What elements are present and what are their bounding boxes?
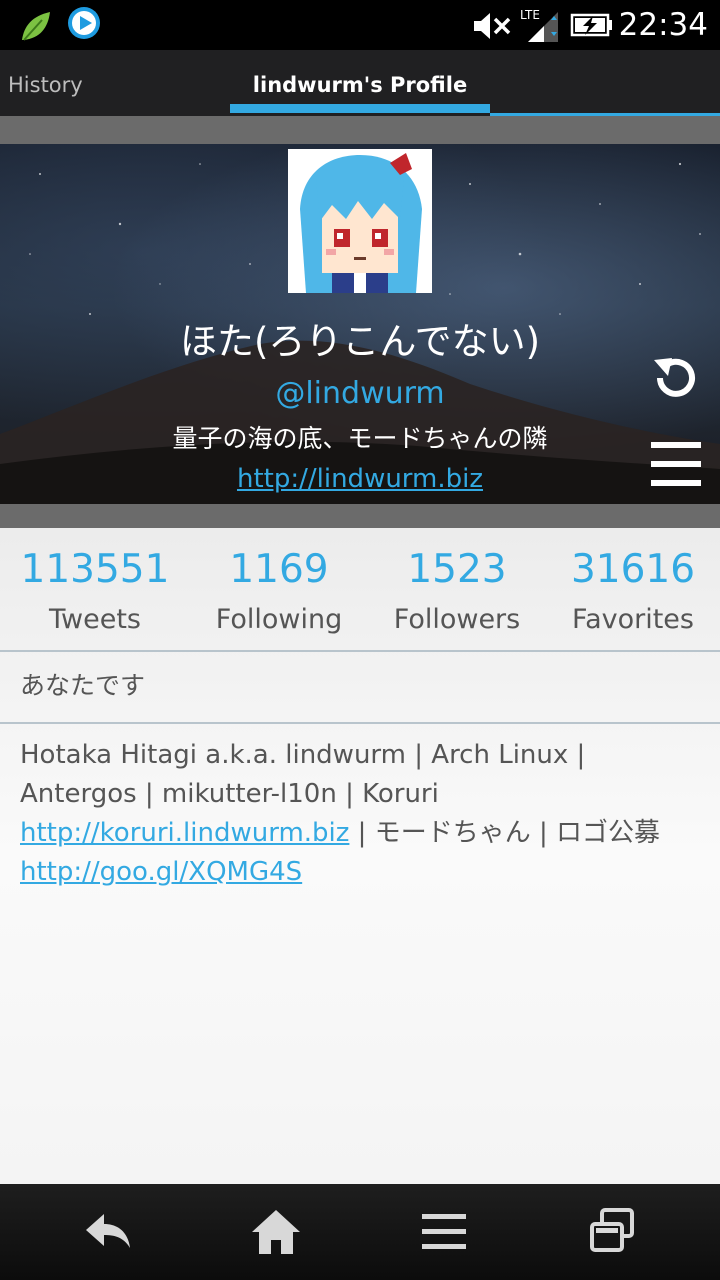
- profile-content: 113551 Tweets 1169 Following 1523 Follow…: [0, 528, 720, 1184]
- profile-header: ほた(ろりこんでない) @lindwurm 量子の海の底、モードちゃんの隣 ht…: [0, 144, 720, 504]
- stat-label: Favorites: [572, 604, 694, 635]
- relation-status: あなたです: [20, 671, 146, 700]
- bio-text: | モードちゃん | ロゴ公募: [349, 818, 660, 848]
- battery-charging-icon: [570, 13, 612, 37]
- bio-link-koruri[interactable]: http://koruri.lindwurm.biz: [20, 818, 349, 848]
- stat-following[interactable]: 1169 Following: [190, 528, 368, 650]
- play-app-icon: [68, 7, 100, 39]
- stat-value: 31616: [570, 547, 696, 592]
- back-icon[interactable]: [80, 1204, 136, 1260]
- divider: [0, 650, 720, 652]
- header-bottom-band: [0, 504, 720, 528]
- stat-followers[interactable]: 1523 Followers: [368, 528, 546, 650]
- stat-value: 1523: [407, 547, 507, 592]
- stat-label: Followers: [393, 604, 521, 635]
- tab-history[interactable]: History: [8, 50, 83, 118]
- location: 量子の海の底、モードちゃんの隣: [172, 424, 548, 453]
- header-top-band: [0, 116, 720, 144]
- signal-icon: LTE: [520, 8, 558, 42]
- stat-favorites[interactable]: 31616 Favorites: [546, 528, 720, 650]
- navigation-bar: [0, 1184, 720, 1280]
- leaf-app-icon: [22, 12, 50, 41]
- stat-label: Tweets: [49, 604, 141, 635]
- display-name: ほた(ろりこんでない): [179, 320, 541, 363]
- clock: 22:34: [618, 7, 708, 43]
- stat-tweets[interactable]: 113551 Tweets: [0, 528, 190, 650]
- divider: [0, 722, 720, 724]
- stat-value: 113551: [20, 547, 170, 592]
- avatar[interactable]: [288, 149, 432, 293]
- stat-label: Following: [215, 604, 343, 635]
- active-tab-indicator: [230, 104, 490, 113]
- bio: Hotaka Hitagi a.k.a. lindwurm | Arch Lin…: [20, 736, 700, 892]
- stat-value: 1169: [229, 547, 329, 592]
- recent-apps-icon[interactable]: [584, 1204, 640, 1260]
- refresh-icon[interactable]: [648, 350, 704, 406]
- profile-url-link[interactable]: http://lindwurm.biz: [0, 461, 720, 497]
- bio-text: Hotaka Hitagi a.k.a. lindwurm | Arch Lin…: [20, 740, 586, 809]
- avatar-image: [288, 149, 432, 293]
- screen-name[interactable]: @lindwurm: [0, 374, 720, 414]
- network-type-label: LTE: [520, 8, 540, 22]
- status-bar: LTE 22:34: [0, 0, 720, 50]
- stats-row: 113551 Tweets 1169 Following 1523 Follow…: [0, 528, 720, 650]
- mute-icon: [474, 13, 511, 39]
- home-icon[interactable]: [248, 1204, 304, 1260]
- menu-icon[interactable]: [648, 436, 704, 492]
- menu-nav-icon[interactable]: [416, 1204, 472, 1260]
- bio-link-goo[interactable]: http://goo.gl/XQMG4S: [20, 857, 302, 887]
